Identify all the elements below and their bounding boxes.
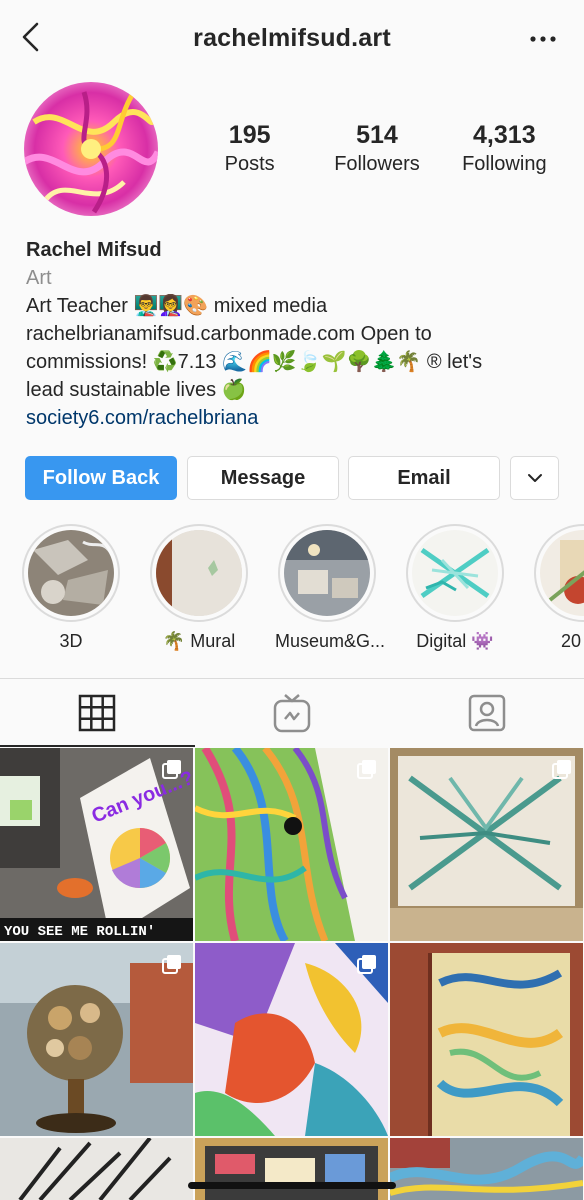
avatar[interactable]	[24, 82, 158, 216]
highlight-label: Digital 👾	[403, 630, 507, 652]
highlight-item[interactable]: Digital 👾	[403, 524, 507, 652]
multiple-posts-icon	[551, 758, 573, 780]
grid-post[interactable]	[390, 748, 583, 941]
highlight-label: Museum&G...	[275, 630, 379, 652]
profile-name: Rachel Mifsud	[26, 236, 566, 264]
grid-post[interactable]	[390, 1138, 583, 1200]
highlight-item[interactable]: 🌴 Mural	[147, 524, 251, 652]
bio-line: rachelbrianamifsud.carbonmade.com Open t…	[26, 320, 566, 348]
grid-post[interactable]	[195, 943, 388, 1136]
profile-link[interactable]: society6.com/rachelbriana	[26, 404, 566, 432]
stat-label: Following	[441, 150, 568, 178]
igtv-icon[interactable]	[272, 693, 312, 733]
suggested-dropdown-button[interactable]	[510, 456, 559, 500]
highlight-item[interactable]: 3D	[19, 524, 123, 652]
profile-stats: 195 Posts 514 Followers 4,313 Following	[186, 120, 568, 178]
multiple-posts-icon	[356, 758, 378, 780]
highlight-cover	[28, 530, 114, 616]
post-image	[390, 943, 583, 1136]
message-button[interactable]: Message	[187, 456, 339, 500]
avatar-artwork	[24, 82, 158, 216]
ellipsis-icon[interactable]	[528, 24, 558, 54]
story-highlights: 3D 🌴 Mural Museum&G...	[0, 524, 584, 664]
stat-label: Posts	[186, 150, 313, 178]
grid-post[interactable]: Can you...? YOU SEE ME ROLLIN'	[0, 748, 193, 941]
email-button[interactable]: Email	[348, 456, 500, 500]
highlight-cover	[540, 530, 584, 616]
highlight-item[interactable]: 20	[531, 524, 584, 652]
profile-tabs	[0, 678, 584, 746]
grid-post[interactable]	[390, 943, 583, 1136]
post-grid: Can you...? YOU SEE ME ROLLIN'	[0, 748, 584, 1200]
chevron-down-icon	[527, 473, 543, 483]
top-bar: rachelmifsud.art	[0, 0, 584, 78]
tagged-icon[interactable]	[467, 693, 507, 733]
profile-bio: Rachel Mifsud Art Art Teacher 👨‍🏫👩‍🏫🎨 mi…	[26, 236, 566, 432]
stat-followers[interactable]: 514 Followers	[313, 120, 440, 178]
post-image	[390, 1138, 583, 1200]
highlight-cover	[284, 530, 370, 616]
multiple-posts-icon	[161, 953, 183, 975]
stat-value: 195	[186, 120, 313, 150]
highlight-label: 🌴 Mural	[147, 630, 251, 652]
home-indicator	[188, 1182, 396, 1189]
highlight-label: 20	[531, 630, 584, 652]
profile-category: Art	[26, 264, 566, 292]
highlight-item[interactable]: Museum&G...	[275, 524, 379, 652]
highlight-cover	[156, 530, 242, 616]
highlight-cover	[412, 530, 498, 616]
follow-back-button[interactable]: Follow Back	[25, 456, 177, 500]
active-tab-indicator	[0, 745, 195, 747]
profile-username: rachelmifsud.art	[0, 24, 584, 53]
post-image	[195, 1138, 388, 1200]
bio-line: lead sustainable lives 🍏	[26, 376, 566, 404]
multiple-posts-icon	[161, 758, 183, 780]
bio-line: Art Teacher 👨‍🏫👩‍🏫🎨 mixed media	[26, 292, 566, 320]
profile-actions: Follow Back Message Email	[25, 456, 559, 500]
grid-post[interactable]	[0, 943, 193, 1136]
stat-value: 4,313	[441, 120, 568, 150]
stat-label: Followers	[313, 150, 440, 178]
bio-line: commissions! ♻️7.13 🌊🌈🌿🍃🌱🌳🌲🌴 ® let's	[26, 348, 566, 376]
grid-icon[interactable]	[77, 693, 117, 733]
grid-post[interactable]	[195, 1138, 388, 1200]
stat-posts[interactable]: 195 Posts	[186, 120, 313, 178]
stat-following[interactable]: 4,313 Following	[441, 120, 568, 178]
grid-post[interactable]	[195, 748, 388, 941]
grid-post[interactable]	[0, 1138, 193, 1200]
highlight-label: 3D	[19, 630, 123, 652]
multiple-posts-icon	[356, 953, 378, 975]
stat-value: 514	[313, 120, 440, 150]
post-image	[0, 1138, 193, 1200]
post-overlay-text: YOU SEE ME ROLLIN'	[4, 924, 155, 940]
